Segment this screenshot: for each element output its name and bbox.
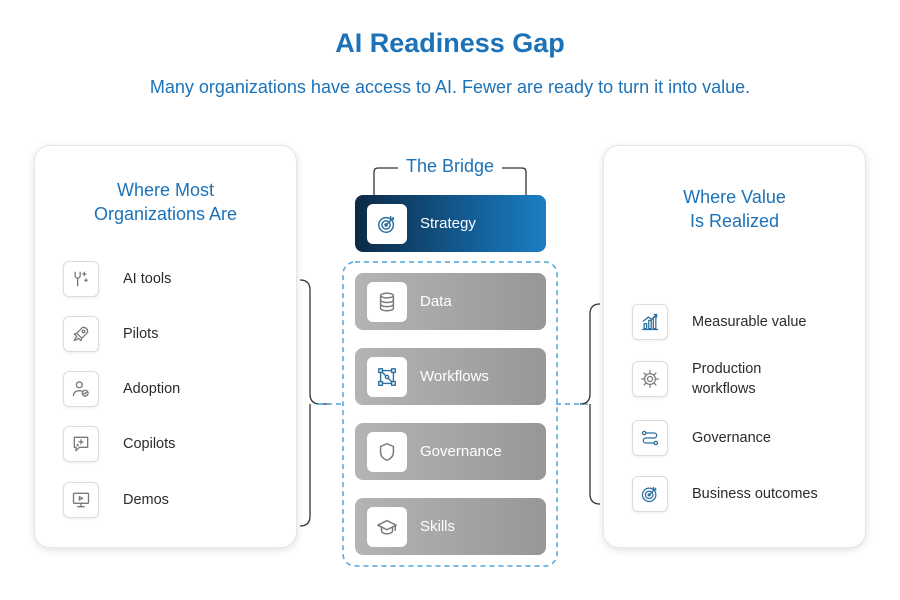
bridge-card-label: Workflows — [420, 368, 489, 385]
left-item-label: Demos — [123, 492, 169, 508]
left-bracket — [299, 279, 330, 527]
right-item-label: Production workflows — [692, 359, 761, 399]
bridge-card-data: Data — [355, 273, 546, 330]
right-bracket — [579, 303, 601, 505]
bridge-card-governance: Governance — [355, 423, 546, 480]
target-icon — [632, 476, 668, 512]
left-item-label: Copilots — [123, 436, 176, 452]
page-subtitle: Many organizations have access to AI. Fe… — [149, 77, 751, 97]
right-panel-heading: Where Value Is Realized — [604, 185, 865, 233]
sparkle-chat-icon — [63, 426, 99, 462]
left-item-pilots: Pilots — [63, 315, 283, 353]
bridge-card-label: Data — [420, 293, 452, 310]
left-item-label: Adoption — [123, 381, 181, 397]
shield-icon — [367, 431, 407, 472]
graduation-cap-icon — [367, 506, 407, 547]
right-item-label: Governance — [692, 428, 771, 448]
left-item-label: Pilots — [123, 326, 159, 342]
target-icon — [367, 203, 407, 244]
right-item-label-line1: Production — [692, 361, 762, 377]
bridge-card-label: Governance — [420, 443, 502, 460]
bar-chart-icon — [632, 304, 668, 340]
bridge-title: The Bridge — [405, 156, 495, 176]
right-item-label-line2: workflows — [692, 381, 756, 397]
left-heading-line1: Where Most — [116, 180, 215, 200]
right-item-governance: Governance — [632, 419, 852, 457]
left-heading-line2: Organizations Are — [93, 204, 238, 224]
ai-tools-icon — [63, 261, 99, 297]
bridge-card-strategy: Strategy — [355, 195, 546, 252]
flow-icon — [632, 420, 668, 456]
left-item-label: AI tools — [123, 271, 172, 287]
bridge-card-label: Strategy — [420, 215, 476, 232]
network-icon — [367, 356, 407, 397]
gear-icon — [632, 361, 668, 397]
rocket-icon — [63, 316, 99, 352]
left-panel-heading: Where Most Organizations Are — [35, 178, 296, 226]
left-item-demos: Demos — [63, 481, 283, 519]
database-icon — [367, 281, 407, 322]
right-item-label-line1: Measurable value — [692, 314, 807, 330]
user-check-icon — [63, 371, 99, 407]
right-item-measurable-value: Measurable value — [632, 303, 852, 341]
bridge-card-workflows: Workflows — [355, 348, 546, 405]
bridge-card-label: Skills — [420, 518, 456, 535]
presentation-icon — [63, 482, 99, 518]
right-item-label-line1: Business outcomes — [692, 486, 818, 502]
right-heading-line1: Where Value — [683, 187, 786, 207]
left-item-ai-tools: AI tools — [63, 260, 283, 298]
right-item-label: Business outcomes — [692, 484, 818, 504]
right-panel: Where Value Is Realized Measurable value… — [603, 145, 866, 548]
right-item-label-line1: Governance — [692, 430, 771, 446]
page-title: AI Readiness Gap — [335, 28, 565, 58]
right-heading-line2: Is Realized — [689, 211, 780, 231]
right-item-label: Measurable value — [692, 312, 806, 332]
left-item-copilots: Copilots — [63, 425, 283, 463]
left-panel: Where Most Organizations Are AI tools Pi… — [34, 145, 297, 548]
bridge-card-skills: Skills — [355, 498, 546, 555]
right-item-business-outcomes: Business outcomes — [632, 475, 852, 513]
right-item-production-workflows: Production workflows — [632, 360, 852, 398]
left-item-adoption: Adoption — [63, 370, 283, 408]
